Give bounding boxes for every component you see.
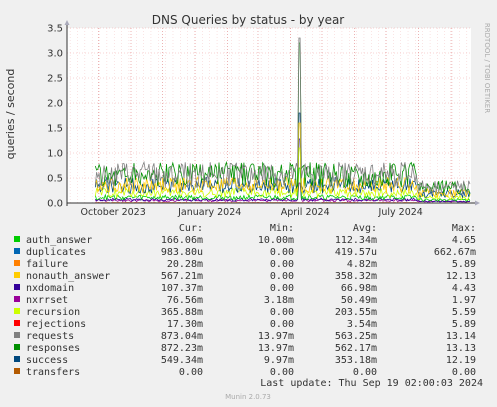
legend-swatch (14, 260, 20, 266)
legend-value: 0.00 (270, 367, 294, 378)
legend-value: 10.00m (258, 235, 294, 246)
y-axis-label: queries / second (4, 69, 17, 160)
legend-value: 567.21m (161, 271, 203, 282)
legend-value: 549.34m (161, 355, 203, 366)
legend-header: Min: (270, 223, 294, 234)
y-tick-label: 2.5 (47, 74, 63, 85)
legend-name: failure (26, 259, 68, 270)
legend-value: 0.00 (270, 259, 294, 270)
legend-value: 5.89 (452, 259, 476, 270)
legend-name: responses (26, 343, 80, 354)
legend-name: rejections (26, 319, 86, 330)
legend-name: duplicates (26, 247, 86, 258)
legend-value: 1.97 (452, 295, 476, 306)
legend-value: 76.56m (167, 295, 203, 306)
legend-value: 4.65 (452, 235, 476, 246)
legend-value: 419.57u (335, 247, 377, 258)
legend-value: 563.25m (335, 331, 377, 342)
legend-swatch (14, 248, 20, 254)
legend-swatch (14, 344, 20, 350)
legend-value: 12.13 (446, 271, 476, 282)
legend-value: 872.23m (161, 343, 203, 354)
legend-value: 0.00 (452, 367, 476, 378)
legend-swatch (14, 332, 20, 338)
y-tick-label: 1.0 (47, 149, 63, 160)
legend-value: 365.88m (161, 307, 203, 318)
legend-value: 13.97m (258, 331, 294, 342)
legend-value: 0.00 (270, 283, 294, 294)
x-tick-label: January 2024 (177, 207, 241, 218)
y-tick-label: 1.5 (47, 124, 63, 135)
legend-value: 0.00 (270, 247, 294, 258)
legend-value: 5.59 (452, 307, 476, 318)
x-tick-label: July 2024 (378, 207, 423, 218)
legend-name: nxdomain (26, 283, 74, 294)
chart: DNS Queries by status - by year queries … (0, 0, 497, 407)
legend-value: 358.32m (335, 271, 377, 282)
legend-swatch (14, 368, 20, 374)
legend-value: 66.98m (341, 283, 377, 294)
legend-value: 13.97m (258, 343, 294, 354)
footer: Munin 2.0.73 (225, 393, 271, 401)
legend-value: 5.89 (452, 319, 476, 330)
legend-value: 662.67m (434, 247, 476, 258)
legend-name: nxrrset (26, 295, 68, 306)
legend-header: Avg: (353, 223, 377, 234)
legend-value: 3.18m (264, 295, 294, 306)
legend-value: 4.43 (452, 283, 476, 294)
legend-name: auth_answer (26, 235, 92, 246)
legend-value: 3.54m (347, 319, 377, 330)
legend-value: 112.34m (335, 235, 377, 246)
legend-swatch (14, 356, 20, 362)
x-tick-label: April 2024 (281, 207, 330, 218)
legend-value: 562.17m (335, 343, 377, 354)
legend-name: recursion (26, 307, 80, 318)
legend-swatch (14, 284, 20, 290)
legend-value: 873.04m (161, 331, 203, 342)
legend-name: transfers (26, 367, 80, 378)
legend-value: 983.80u (161, 247, 203, 258)
chart-title: DNS Queries by status - by year (152, 13, 345, 27)
legend-value: 20.28m (167, 259, 203, 270)
legend-value: 166.06m (161, 235, 203, 246)
y-tick-label: 2.0 (47, 99, 63, 110)
legend-value: 0.00 (179, 367, 203, 378)
legend-name: nonauth_answer (26, 271, 110, 282)
legend-header: Max: (452, 223, 476, 234)
legend-value: 0.00 (270, 307, 294, 318)
watermark: RRDTOOL / TOBI OETIKER (483, 23, 491, 113)
y-tick-label: 0.0 (47, 199, 63, 210)
legend-value: 13.14 (446, 331, 476, 342)
y-tick-label: 0.5 (47, 174, 63, 185)
last-update: Last update: Thu Sep 19 02:00:03 2024 (260, 378, 483, 389)
legend-swatch (14, 296, 20, 302)
legend-value: 4.82m (347, 259, 377, 270)
legend-value: 0.00 (270, 271, 294, 282)
legend-value: 107.37m (161, 283, 203, 294)
y-tick-label: 3.5 (47, 24, 63, 35)
legend-value: 203.55m (335, 307, 377, 318)
legend-header: Cur: (179, 223, 203, 234)
legend-swatch (14, 272, 20, 278)
legend-swatch (14, 320, 20, 326)
x-tick-label: October 2023 (81, 207, 146, 218)
legend-value: 12.19 (446, 355, 476, 366)
legend-value: 13.13 (446, 343, 476, 354)
legend-name: success (26, 355, 68, 366)
legend-name: requests (26, 331, 74, 342)
legend-swatch (14, 236, 20, 242)
legend-value: 353.18m (335, 355, 377, 366)
legend-value: 0.00 (270, 319, 294, 330)
legend-value: 9.97m (264, 355, 294, 366)
y-tick-label: 3.0 (47, 49, 63, 60)
legend-value: 50.49m (341, 295, 377, 306)
legend-value: 0.00 (353, 367, 377, 378)
legend-swatch (14, 308, 20, 314)
legend-value: 17.30m (167, 319, 203, 330)
